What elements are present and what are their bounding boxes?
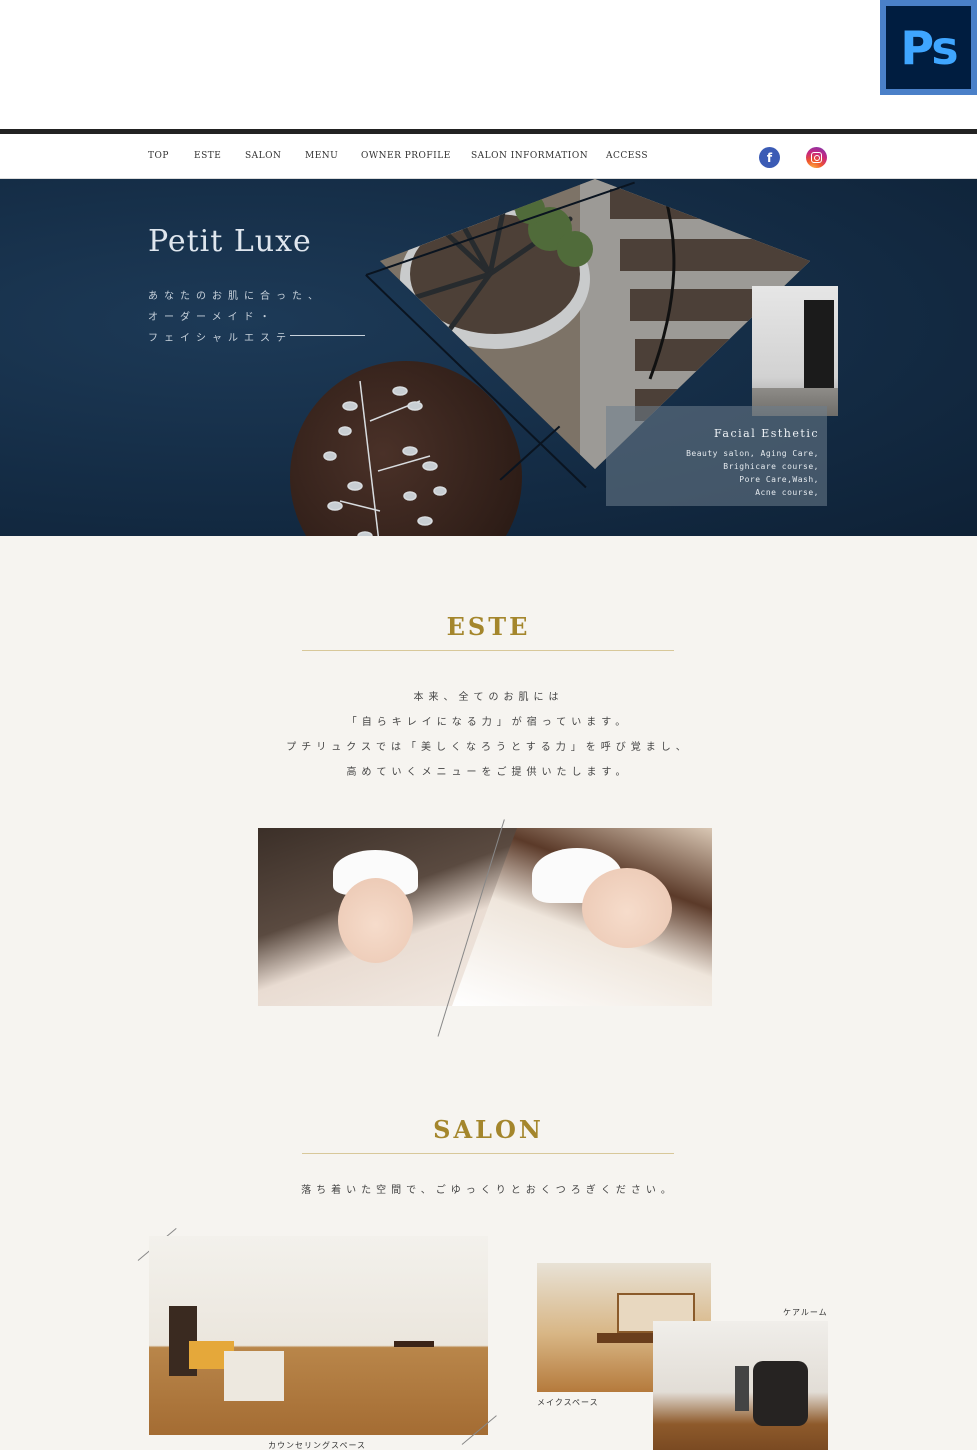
- counseling-space-photo: [149, 1236, 488, 1435]
- hero-section: Petit Luxe あなたのお肌に合った、 オーダーメイド・ フェイシャルエス…: [0, 179, 977, 536]
- hero-copy-line-1: あなたのお肌に合った、: [148, 291, 324, 302]
- info-line-1: Beauty salon, Aging Care,: [686, 449, 819, 458]
- hero-copy-line-3: フェイシャルエステ: [148, 333, 292, 344]
- salon-lead: 落ち着いた空間で、ごゆっくりとおくつろぎください。: [301, 1185, 676, 1196]
- nav-este[interactable]: ESTE: [194, 151, 221, 161]
- salon-title: SALON: [433, 1115, 544, 1144]
- este-text-line-3: プチリュクスでは「美しくなろうとする力」を呼び覚まし、: [286, 742, 691, 753]
- photoshop-badge: Ps: [880, 0, 977, 95]
- nav-salon[interactable]: SALON: [245, 151, 281, 161]
- caption-counseling: カウンセリングスペース: [268, 1441, 367, 1450]
- info-line-2: Brighicare course,: [723, 462, 819, 471]
- este-text-line-1: 本来、全てのお肌には: [413, 692, 564, 703]
- main-nav: TOP ESTE SALON MENU OWNER PROFILE SALON …: [0, 134, 977, 179]
- caption-makeup: メイクスペース: [537, 1398, 599, 1407]
- salon-rule: [302, 1153, 674, 1154]
- entrance-door-photo: [752, 286, 838, 416]
- este-rule: [302, 650, 674, 651]
- este-text-line-2: 「自らキレイになる力」が宿っています。: [346, 717, 631, 728]
- facial-esthetic-info-box: Facial Esthetic Beauty salon, Aging Care…: [606, 406, 827, 506]
- info-title: Facial Esthetic: [714, 427, 819, 440]
- nav-salon-information[interactable]: SALON INFORMATION: [471, 151, 588, 161]
- face: [582, 868, 672, 948]
- nav-owner-profile[interactable]: OWNER PROFILE: [361, 151, 451, 161]
- nav-top[interactable]: TOP: [148, 151, 169, 161]
- este-text-line-4: 高めていくメニューをご提供いたします。: [346, 767, 631, 778]
- white-sofa: [224, 1351, 284, 1401]
- este-title: ESTE: [446, 612, 531, 641]
- table: [394, 1341, 434, 1347]
- facebook-icon[interactable]: f: [759, 147, 780, 168]
- photoshop-logo: Ps: [886, 6, 971, 89]
- hero-title: Petit Luxe: [148, 224, 312, 259]
- nav-menu[interactable]: MENU: [305, 151, 338, 161]
- recliner: [753, 1361, 808, 1426]
- face: [338, 878, 413, 963]
- caption-care: ケアルーム: [783, 1308, 828, 1317]
- instagram-icon[interactable]: [806, 147, 827, 168]
- door: [804, 300, 834, 392]
- hero-rule: [290, 335, 365, 336]
- main-content: ESTE 本来、全てのお肌には 「自らキレイになる力」が宿っています。 プチリュ…: [0, 536, 977, 1450]
- info-line-4: Acne course,: [755, 488, 819, 497]
- camera-glyph: [811, 152, 822, 163]
- info-line-3: Pore Care,Wash,: [739, 475, 819, 484]
- nav-access[interactable]: ACCESS: [606, 151, 648, 161]
- cart: [735, 1366, 749, 1411]
- care-room-photo: [653, 1321, 828, 1450]
- hero-copy-line-2: オーダーメイド・: [148, 312, 276, 323]
